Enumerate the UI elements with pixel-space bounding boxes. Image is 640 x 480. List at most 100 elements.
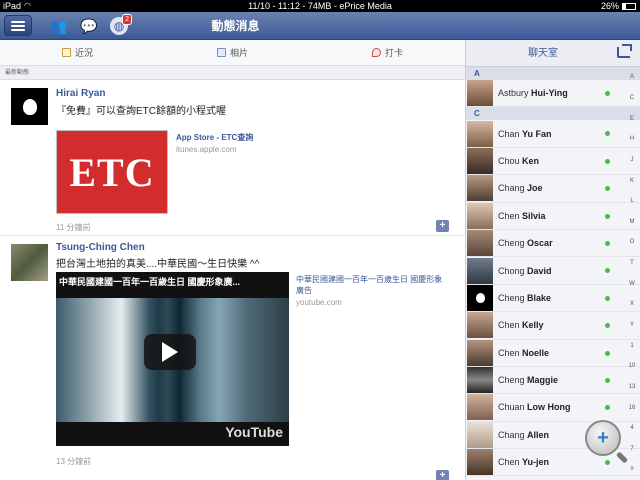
last-name: Oscar: [527, 238, 553, 249]
avatar: [467, 120, 493, 147]
link-thumbnail[interactable]: ETC: [56, 130, 168, 214]
contact-name: Chen Noelle: [498, 348, 549, 358]
index-letter[interactable]: T: [624, 260, 640, 266]
contact-item[interactable]: Chen Silvia: [466, 202, 640, 230]
index-letter[interactable]: 16: [624, 405, 640, 411]
link-title[interactable]: App Store - ETC查詢: [176, 132, 253, 143]
chat-header: 聊天室: [466, 40, 640, 67]
index-letter[interactable]: X: [624, 301, 640, 307]
post-text: 『免費』可以查詢ETC餘額的小程式喔: [56, 106, 226, 117]
contact-item[interactable]: Astbury Hui-Ying: [466, 80, 640, 108]
first-name: Chan: [498, 128, 520, 139]
index-letter[interactable]: W: [624, 281, 640, 287]
zoom-magnifier-icon[interactable]: +: [585, 420, 621, 456]
filter-photo-button[interactable]: 相片: [155, 40, 310, 65]
avatar: [467, 202, 493, 229]
index-letter[interactable]: M: [624, 219, 640, 225]
index-letter[interactable]: C: [624, 95, 640, 101]
contact-name: Chang Joe: [498, 183, 543, 193]
last-name: Low Hong: [527, 402, 571, 413]
status-bar: iPad ◠ 11/10 - 11:12 - 74MB - ePrice Med…: [0, 0, 640, 12]
share-icon[interactable]: [617, 44, 632, 58]
index-letter[interactable]: 1: [624, 343, 640, 349]
link-title[interactable]: 中華民國建國一百年一百歲生日 國慶形象廣告: [296, 274, 446, 296]
index-letter[interactable]: O: [624, 239, 640, 245]
online-indicator: [605, 350, 610, 356]
online-indicator: [605, 91, 610, 96]
feed-filter-bar: 近況 相片 打卡: [0, 40, 465, 66]
comment-icon[interactable]: +: [436, 470, 449, 480]
filter-status-label: 近況: [74, 48, 93, 58]
first-name: Chang: [498, 429, 525, 440]
contact-name: Cheng Oscar: [498, 238, 553, 248]
contact-name: Chuan Low Hong: [498, 402, 571, 412]
avatar: [467, 284, 493, 311]
contact-item[interactable]: Chen Yu-jen: [466, 449, 640, 477]
last-name: David: [527, 265, 552, 276]
video-title: 中華民國建國一百年一百歲生日 國慶形象廣...: [59, 277, 241, 287]
contact-item[interactable]: Chan Yu Fan: [466, 120, 640, 148]
contact-name: Chang Allen: [498, 430, 549, 440]
contact-item[interactable]: Cheng Maggie: [466, 367, 640, 395]
contact-item[interactable]: Chang Joe: [466, 175, 640, 203]
post-author[interactable]: Tsung-Ching Chen: [56, 242, 145, 253]
apple-logo-icon: [22, 98, 37, 115]
section-header: 最新動態: [0, 66, 465, 80]
post-timestamp: 11 分鐘前: [56, 223, 91, 232]
index-letter[interactable]: J: [624, 157, 640, 163]
section-letter: A: [466, 67, 640, 80]
post-timestamp: 13 分鐘前: [56, 457, 92, 466]
avatar[interactable]: [11, 88, 48, 125]
contact-item[interactable]: Chou Ken: [466, 147, 640, 176]
avatar: [467, 339, 493, 366]
first-name: Chou: [498, 155, 520, 166]
link-source: itunes.apple.com: [176, 145, 237, 154]
index-letter[interactable]: 10: [624, 363, 640, 369]
photo-icon: [216, 48, 226, 57]
index-letter[interactable]: H: [624, 136, 640, 142]
index-letter[interactable]: 4: [624, 425, 640, 431]
filter-photo-label: 相片: [229, 48, 248, 58]
last-name: Hui-Ying: [531, 88, 568, 99]
comment-icon[interactable]: +: [436, 220, 449, 232]
index-letter[interactable]: A: [624, 74, 640, 80]
filter-checkin-button[interactable]: 打卡: [310, 40, 465, 65]
index-letter[interactable]: #: [624, 466, 640, 472]
filter-status-button[interactable]: 近況: [0, 40, 155, 65]
first-name: Astbury: [498, 88, 529, 99]
alphabet-index[interactable]: A C E H J K L M O T W X Y 1 10 13 16 4 7 #: [624, 67, 640, 480]
avatar[interactable]: [11, 244, 48, 281]
contact-item[interactable]: Chuan Low Hong: [466, 394, 640, 422]
thumbnail-text: ETC: [69, 149, 155, 195]
index-letter[interactable]: E: [624, 116, 640, 122]
first-name: Cheng: [498, 375, 525, 386]
feed-post: Hirai Ryan 『免費』可以查詢ETC餘額的小程式喔 ETC App St…: [0, 80, 465, 236]
index-letter[interactable]: 13: [624, 384, 640, 390]
chat-sidebar: 聊天室 A Astbury Hui-Ying C Chan Yu Fan Cho…: [465, 40, 640, 480]
contact-name: Chan Yu Fan: [498, 129, 552, 139]
index-letter[interactable]: L: [624, 198, 640, 204]
page-title: 動態消息: [211, 19, 260, 33]
video-player[interactable]: 中華民國建國一百年一百歲生日 國慶形象廣... YouTube: [56, 272, 289, 446]
contact-item[interactable]: Cheng Blake: [466, 284, 640, 313]
last-name: Yu Fan: [522, 128, 552, 139]
index-letter[interactable]: K: [624, 178, 640, 184]
last-name: Silvia: [522, 210, 546, 221]
contact-item[interactable]: Chen Kelly: [466, 312, 640, 340]
avatar: [467, 421, 493, 448]
contact-name: Chong David: [498, 266, 552, 276]
last-name: Joe: [527, 183, 543, 194]
avatar: [467, 312, 493, 339]
avatar: [467, 394, 493, 421]
first-name: Chen: [498, 210, 520, 221]
index-letter[interactable]: 7: [624, 446, 640, 452]
contact-item[interactable]: Chen Noelle: [466, 339, 640, 367]
post-author[interactable]: Hirai Ryan: [56, 88, 105, 99]
contact-item[interactable]: Chong David: [466, 257, 640, 285]
avatar: [467, 80, 493, 107]
contact-item[interactable]: Cheng Oscar: [466, 230, 640, 258]
index-letter[interactable]: Y: [624, 322, 640, 328]
play-button[interactable]: [144, 334, 196, 370]
avatar: [467, 367, 493, 394]
online-indicator: [605, 460, 610, 466]
